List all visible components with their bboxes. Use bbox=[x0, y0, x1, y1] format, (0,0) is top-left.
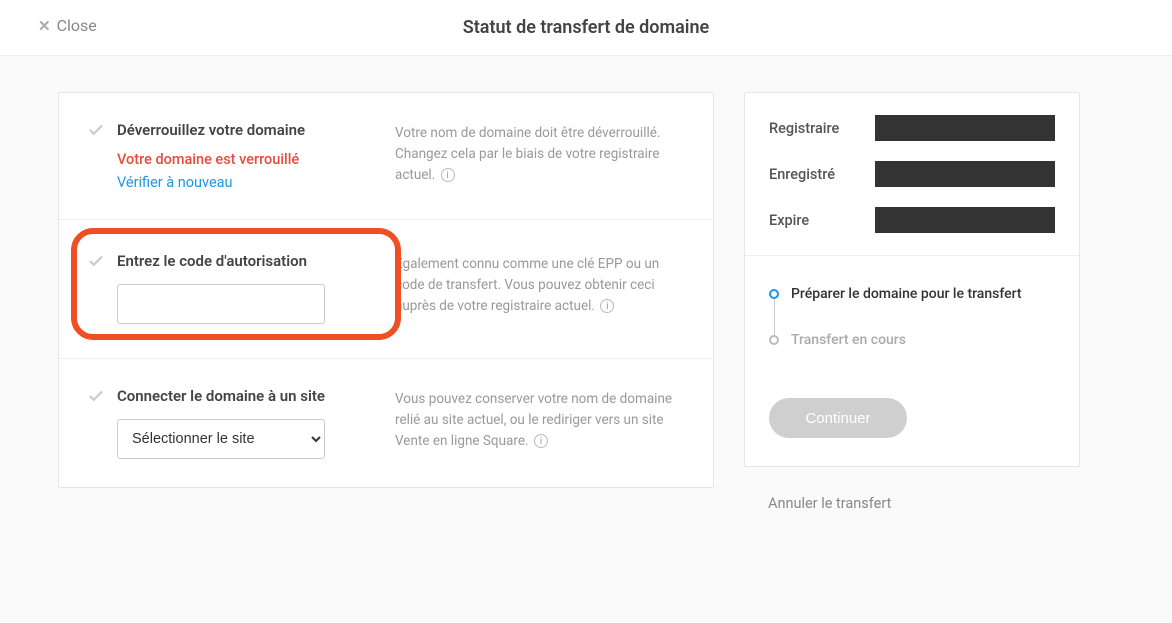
registered-label: Enregistré bbox=[769, 166, 835, 183]
steps-panel: Déverrouillez votre domaine Votre domain… bbox=[58, 92, 714, 488]
info-icon[interactable]: i bbox=[600, 299, 614, 313]
expires-label: Expire bbox=[769, 212, 809, 229]
sidebar-panel: Registraire Enregistré Expire Préparer l… bbox=[744, 92, 1080, 467]
domain-info: Registraire Enregistré Expire bbox=[745, 93, 1079, 256]
step-unlock: Déverrouillez votre domaine Votre domain… bbox=[59, 93, 713, 220]
progress-dot-inactive-icon bbox=[769, 335, 779, 345]
step-auth-title: Entrez le code d'autorisation bbox=[117, 252, 307, 270]
locked-message: Votre domaine est verrouillé bbox=[117, 151, 367, 168]
registrar-value-redacted bbox=[875, 115, 1055, 141]
close-label: Close bbox=[57, 16, 97, 35]
registrar-label: Registraire bbox=[769, 120, 839, 137]
info-icon[interactable]: i bbox=[534, 434, 548, 448]
progress-step1-label: Préparer le domaine pour le transfert bbox=[791, 286, 1022, 302]
step-connect-desc: Vous pouvez conserver votre nom de domai… bbox=[395, 387, 683, 459]
check-icon bbox=[87, 252, 105, 270]
page-title: Statut de transfert de domaine bbox=[0, 17, 1172, 38]
progress-dot-active-icon bbox=[769, 289, 779, 299]
continue-button[interactable]: Continuer bbox=[769, 398, 907, 438]
check-icon bbox=[87, 387, 105, 405]
step-auth: Entrez le code d'autorisation Egalement … bbox=[59, 220, 713, 359]
registered-value-redacted bbox=[875, 161, 1055, 187]
topbar: ✕ Close Statut de transfert de domaine bbox=[0, 0, 1172, 56]
progress-step-prepare: Préparer le domaine pour le transfert bbox=[769, 286, 1055, 332]
info-row-expires: Expire bbox=[769, 207, 1055, 233]
close-button[interactable]: ✕ Close bbox=[38, 16, 97, 35]
step-auth-desc: Egalement connu comme une clé EPP ou un … bbox=[395, 252, 683, 324]
progress-steps: Préparer le domaine pour le transfert Tr… bbox=[745, 256, 1079, 378]
progress-line bbox=[774, 296, 775, 336]
check-icon bbox=[87, 121, 105, 139]
progress-step2-label: Transfert en cours bbox=[791, 332, 906, 348]
expires-value-redacted bbox=[875, 207, 1055, 233]
close-icon: ✕ bbox=[38, 17, 51, 35]
cancel-transfer-link[interactable]: Annuler le transfert bbox=[744, 467, 1080, 512]
step-unlock-desc: Votre nom de domaine doit être déverroui… bbox=[395, 121, 683, 191]
site-select[interactable]: Sélectionner le site bbox=[117, 419, 325, 459]
progress-step-transfer: Transfert en cours bbox=[769, 332, 1055, 348]
step-connect: Connecter le domaine à un site Sélection… bbox=[59, 359, 713, 487]
auth-code-input[interactable] bbox=[117, 284, 325, 324]
step-connect-title: Connecter le domaine à un site bbox=[117, 387, 325, 405]
step-unlock-title: Déverrouillez votre domaine bbox=[117, 121, 305, 139]
info-row-registrar: Registraire bbox=[769, 115, 1055, 141]
info-row-registered: Enregistré bbox=[769, 161, 1055, 187]
info-icon[interactable]: i bbox=[441, 168, 455, 182]
verify-again-link[interactable]: Vérifier à nouveau bbox=[117, 174, 233, 191]
